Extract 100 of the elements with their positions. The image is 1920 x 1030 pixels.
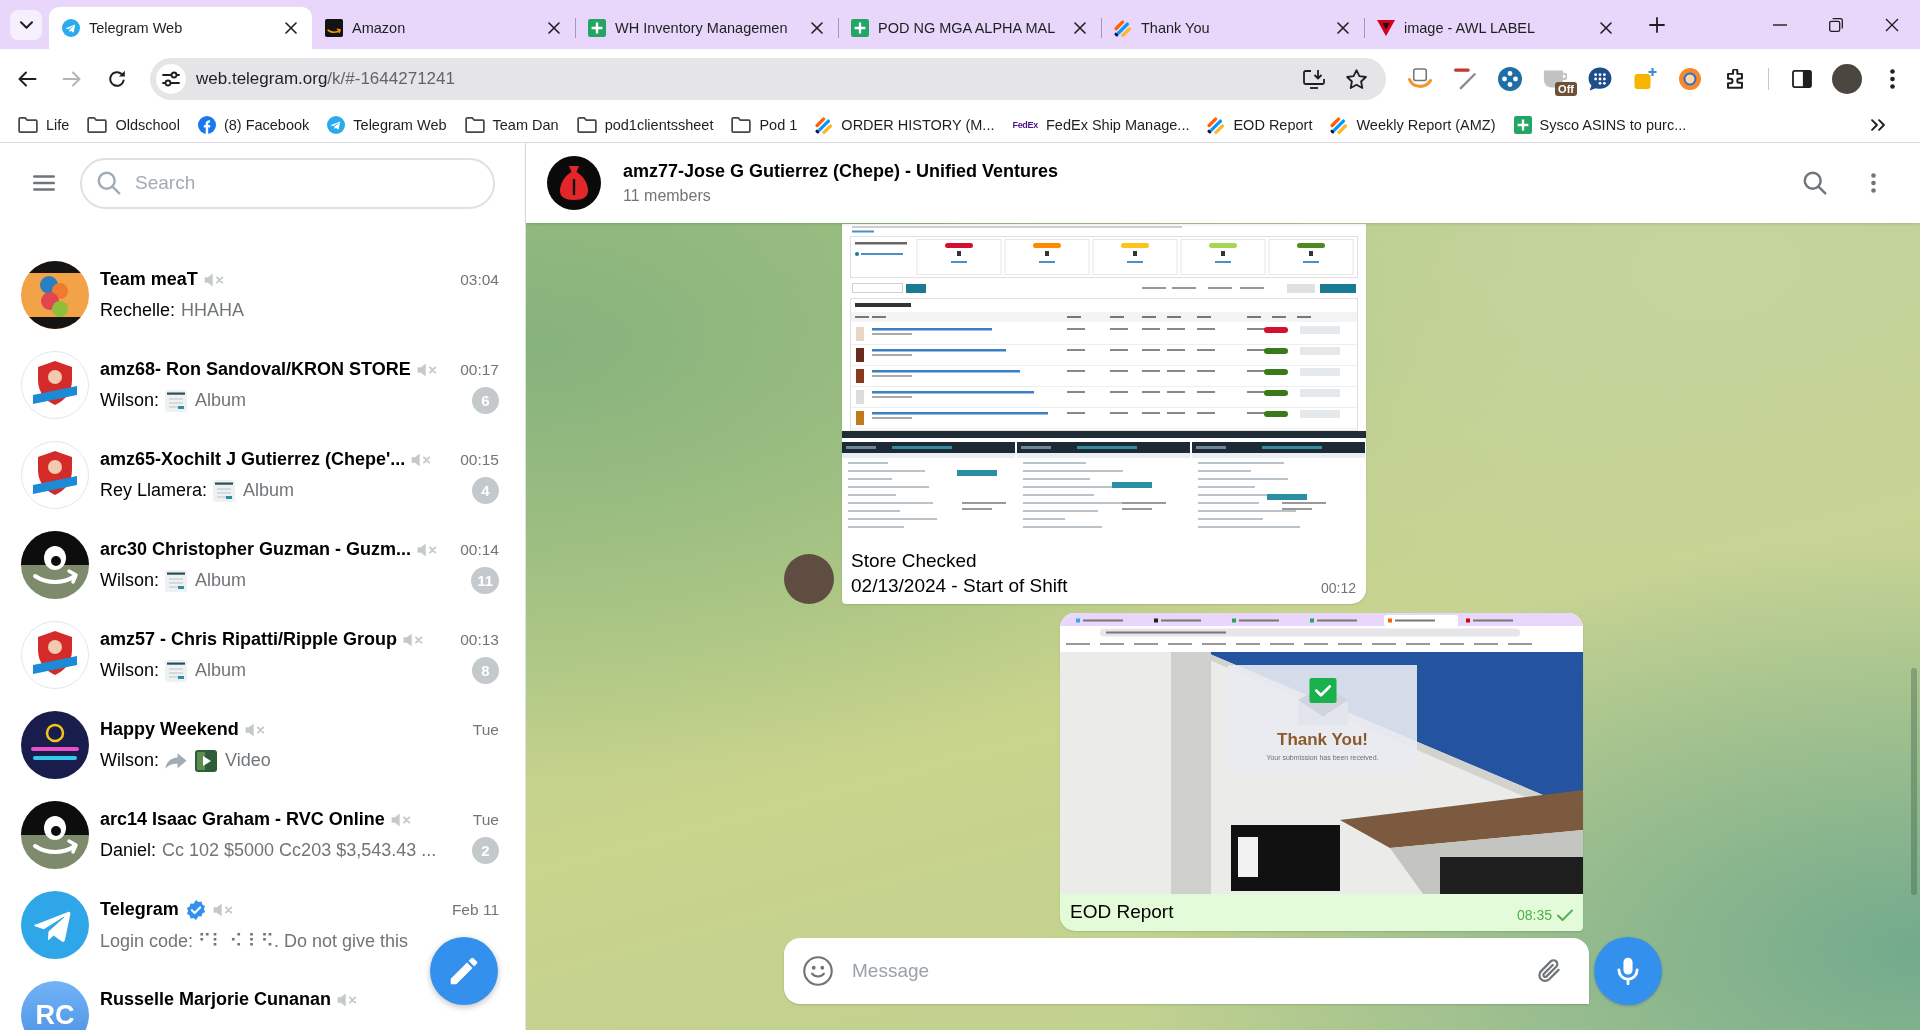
preview-sender: Rechelle: [100,300,176,321]
card-title: Thank You! [1277,730,1368,750]
browser-tab[interactable]: Amazon [312,7,575,49]
money-bag-avatar [547,156,601,210]
pen-icon[interactable] [1454,67,1476,90]
close-icon[interactable] [811,22,823,34]
extension-badge: Off [1555,81,1577,96]
neon-avatar [21,711,89,779]
chat-time: 00:17 [460,360,499,379]
star-icon[interactable] [1346,68,1367,89]
bookmark[interactable]: pod1clientssheet [570,113,720,137]
side-panel-icon[interactable] [1792,69,1812,88]
bookmark[interactable]: EOD Report [1201,112,1319,138]
plus-tile-icon[interactable] [1633,67,1657,90]
avatar-photo [784,554,834,604]
bookmark[interactable]: FedEx FedEx Ship Manage... [1006,113,1196,137]
plus-icon[interactable] [1649,16,1665,33]
url-text: web.telegram.org/k/#-1644271241 [196,68,455,89]
attach-icon[interactable] [1538,959,1562,983]
close-icon[interactable] [285,22,297,34]
browser-tab[interactable]: Telegram Web [49,7,312,49]
album-thumbnail [165,389,187,412]
dots-circle-icon[interactable] [1498,66,1522,91]
unread-badge: 11 [471,567,499,594]
chat-name: arc30 Christopher Guzman - Guzm... [100,539,412,560]
minimize-icon[interactable] [1773,23,1787,26]
chat-title: amz77-Jose G Gutierrez (Chepe) - Unified Ventures [623,161,1059,182]
bookmark[interactable]: Life [12,113,76,137]
chat-name: amz68- Ron Sandoval/KRON STORE [100,359,411,380]
bookmark[interactable]: Sysco ASINS to purc... [1507,112,1693,138]
profile-avatar[interactable] [1832,63,1862,94]
chat-bubble-icon[interactable] [1588,66,1612,91]
bookmark[interactable]: Weekly Report (AMZ) [1324,112,1502,138]
tab-search-button[interactable] [10,9,42,40]
puzzle-icon[interactable] [1725,68,1745,89]
tune-icon [162,70,180,87]
emoji-icon[interactable] [803,956,833,986]
wordmark-logo: FedEx [1012,119,1038,131]
install-icon[interactable] [1303,68,1325,89]
microphone-icon [1615,957,1641,985]
preview-sender: Rey Llamera: [100,480,208,501]
browser-tab[interactable]: POD NG MGA ALPHA MAL [838,7,1101,49]
close-icon[interactable] [1074,22,1086,34]
circles-avatar [21,261,89,329]
preview-sender: Daniel: [100,840,157,861]
bookmark[interactable]: Oldschool [81,113,186,137]
smile-avatar [21,531,89,599]
chat-name: amz57 - Chris Ripatti/Ripple Group [100,629,398,650]
chat-name: Russelle Marjorie Cunanan [100,989,332,1010]
unread-badge: 2 [472,837,499,864]
reload-icon[interactable] [107,68,127,89]
chat-time: 00:14 [460,540,499,559]
close-icon[interactable] [1600,22,1612,34]
chat-time: Feb 11 [451,900,499,919]
album-thumbnail [165,569,187,592]
bookmark[interactable]: Telegram Web [321,112,453,138]
menu-icon[interactable] [33,175,55,191]
chevrons-icon[interactable] [1871,119,1885,131]
stripes-icon [815,116,834,134]
album-thumbnail [165,659,187,682]
spreadsheet-icon [588,19,606,37]
folder-icon [576,117,597,133]
chat-name: amz65-Xochilt J Gutierrez (Chepe'... [100,449,406,470]
close-icon[interactable] [1337,22,1349,34]
chat-time: Tue [472,810,499,829]
browser-tab[interactable]: WH Inventory Managemen [575,7,838,49]
back-icon[interactable] [17,69,37,88]
search-field[interactable]: Search [80,157,495,209]
preview-text: Album [195,660,247,681]
bookmark[interactable]: (8) Facebook [191,112,316,138]
initials-avatar: RC [21,981,89,1030]
voice-button[interactable] [1594,937,1662,1005]
scrollbar-thumb[interactable] [1911,668,1917,895]
pencil-icon [450,957,478,985]
address-bar[interactable]: web.telegram.org/k/#-1644271241 [150,57,1386,100]
search-icon[interactable] [1803,171,1827,195]
stripes-icon [1207,116,1226,134]
close-icon[interactable] [548,22,560,34]
stripes-icon [1114,19,1132,37]
message-time: 08:35 [1516,907,1552,923]
orb-icon[interactable] [1679,67,1701,90]
paper-plane-icon [62,19,80,37]
restore-icon[interactable] [1829,17,1843,32]
triangle-icon [1377,19,1395,37]
bookmark[interactable]: Pod 1 [725,113,804,137]
browser-tab[interactable]: Thank You [1101,7,1364,49]
bookmark[interactable]: Team Dan [458,113,565,137]
more-icon[interactable] [1889,68,1895,89]
smile-avatar [21,801,89,869]
bookmark[interactable]: ORDER HISTORY (M... [809,112,1001,138]
preview-text: HHAHA [181,300,245,321]
preview-text: Album [243,480,295,501]
caret-icon [19,20,33,29]
cube-swoosh-icon[interactable] [1408,66,1432,91]
close-icon[interactable] [1885,17,1899,32]
preview-sender: Wilson: [100,750,159,771]
site-info-button[interactable] [156,63,186,94]
compose-button[interactable] [430,937,498,1005]
browser-tab[interactable]: image - AWL LABEL [1364,7,1627,49]
message-field[interactable]: Message [784,938,1589,1004]
